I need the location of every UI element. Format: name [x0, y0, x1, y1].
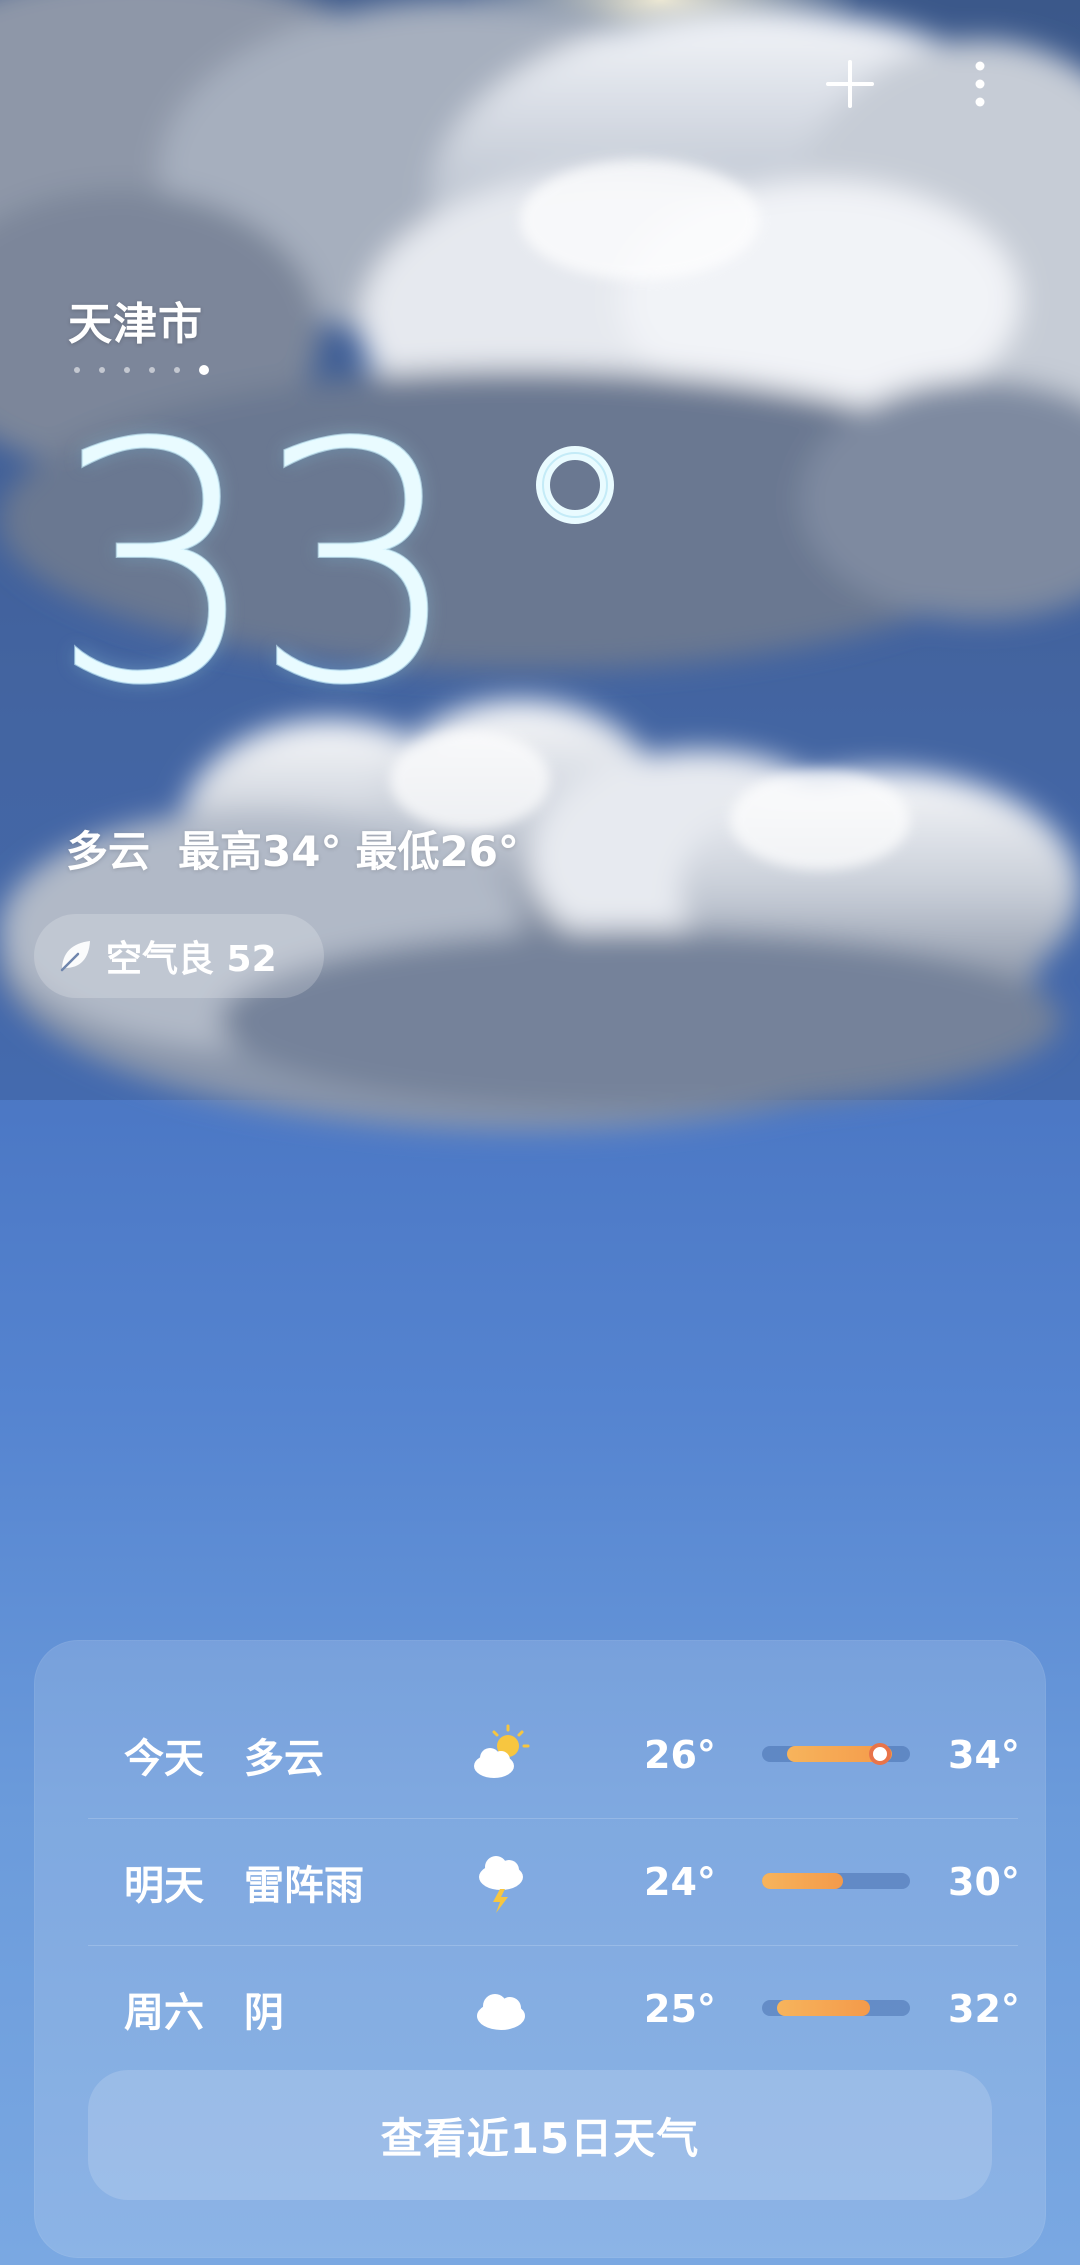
overcast-icon: [477, 1994, 525, 2030]
forecast-row[interactable]: 周六 阴 25° 32°: [88, 1946, 1020, 2072]
air-quality-label: 空气良 52: [106, 939, 277, 980]
temperature-range-bar: [762, 1873, 910, 1889]
forecast-low: 26°: [644, 1733, 716, 1777]
forecast-high: 34°: [948, 1733, 1020, 1777]
temperature-range-fill: [776, 2000, 871, 2016]
forecast-high: 30°: [948, 1860, 1020, 1904]
temperature-range-bar: [762, 1743, 910, 1765]
forecast-row[interactable]: 今天 多云 26° 34°: [88, 1692, 1020, 1818]
degree-symbol-icon: [536, 446, 614, 524]
partly-cloudy-icon: [474, 1724, 530, 1778]
forecast-condition: 阴: [244, 1990, 284, 2036]
forecast-condition: 雷阵雨: [244, 1863, 364, 1909]
view-15-day-forecast-button[interactable]: 查看近15日天气: [88, 2070, 992, 2200]
high-temperature: 最高34°: [178, 827, 342, 876]
more-options-button[interactable]: [940, 44, 1020, 124]
forecast-row[interactable]: 明天 雷阵雨 24° 30°: [88, 1819, 1020, 1945]
more-vertical-icon: [975, 61, 985, 107]
current-temperature: 33: [49, 373, 463, 757]
forecast-day: 今天: [124, 1736, 204, 1782]
forecast-day: 明天: [124, 1863, 204, 1909]
thunderstorm-icon: [479, 1856, 523, 1913]
city-name[interactable]: 天津市: [68, 288, 203, 352]
current-temperature-marker: [868, 1743, 891, 1765]
add-city-button[interactable]: [810, 44, 890, 124]
current-condition: 多云: [66, 827, 151, 876]
forecast-high: 32°: [948, 1987, 1020, 2031]
forecast-day: 周六: [124, 1990, 204, 2036]
plus-icon: [826, 60, 874, 108]
leaf-icon: [60, 941, 90, 972]
temperature-range-bar: [762, 2000, 910, 2016]
temperature-range-fill: [762, 1873, 844, 1889]
forecast-low: 25°: [644, 1987, 716, 2031]
forecast-condition: 多云: [244, 1736, 324, 1782]
weather-summary: 多云 最高34° 最低26°: [66, 818, 519, 879]
air-quality-pill[interactable]: 空气良 52: [34, 914, 324, 998]
forecast-low: 24°: [644, 1860, 716, 1904]
low-temperature: 最低26°: [355, 827, 519, 876]
